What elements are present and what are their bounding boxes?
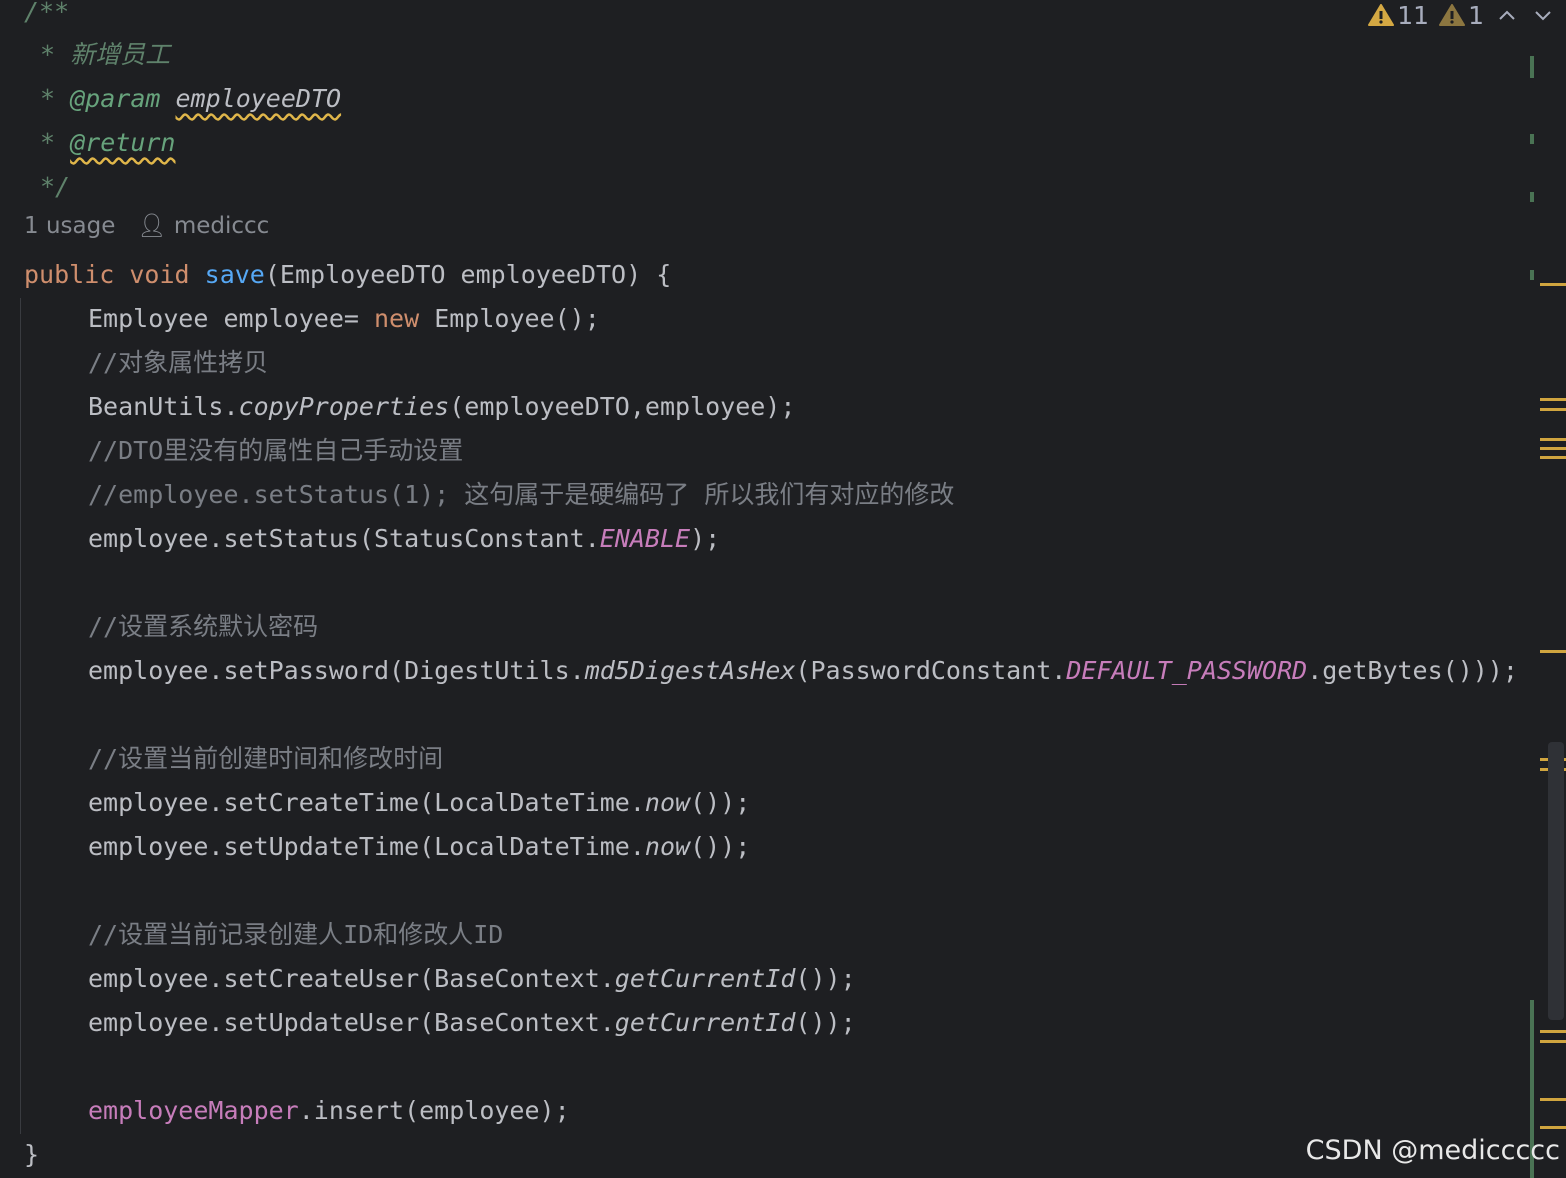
gutter-change-marker[interactable]	[1530, 134, 1534, 144]
code-text: employee.setStatus(StatusConstant.	[88, 524, 600, 553]
comment: //设置系统默认密码	[88, 612, 319, 641]
error-stripe-mark[interactable]	[1540, 1126, 1566, 1129]
comment: //设置当前创建时间和修改时间	[88, 744, 444, 773]
code-line: employee.setUpdateUser(BaseContext.getCu…	[88, 1001, 856, 1045]
code-text: employee.setCreateUser(BaseContext.	[88, 964, 615, 993]
code-text: ());	[690, 832, 751, 861]
weak-warning-icon	[1439, 4, 1466, 26]
method-call: now	[644, 832, 691, 861]
indent-guide	[20, 298, 21, 1134]
vertical-scrollbar[interactable]	[1548, 742, 1564, 1020]
code-text: Employee employee=	[88, 304, 374, 333]
gutter-change-marker[interactable]	[1530, 192, 1534, 202]
code-text: ());	[795, 964, 856, 993]
code-text: employee.setPassword(DigestUtils.	[88, 656, 585, 685]
code-line: employee.setPassword(DigestUtils.md5Dige…	[88, 649, 1518, 693]
inspection-status[interactable]: 11 1	[1368, 0, 1556, 30]
comment: //employee.setStatus(1); 这句属于是硬编码了 所以我们有…	[88, 480, 955, 509]
method-call: md5DigestAsHex	[584, 656, 796, 685]
code-line: employee.setCreateUser(BaseContext.getCu…	[88, 957, 856, 1001]
doc-open: /**	[24, 0, 70, 26]
usages-link[interactable]: 1 usage	[24, 213, 115, 239]
doc-star: *	[40, 40, 56, 69]
gutter-change-marker[interactable]	[1530, 56, 1534, 78]
param-name[interactable]: employeeDTO	[176, 84, 342, 113]
warnings-indicator[interactable]: 11	[1368, 1, 1429, 30]
return-tag[interactable]: @return	[70, 128, 175, 157]
error-stripe-mark[interactable]	[1540, 650, 1566, 653]
params: (EmployeeDTO employeeDTO) {	[264, 260, 672, 289]
method-signature: public void save(EmployeeDTO employeeDTO…	[24, 253, 671, 297]
code-text: employee.setUpdateUser(BaseContext.	[88, 1008, 615, 1037]
code-text: (employeeDTO,employee);	[449, 392, 796, 421]
method-call: copyProperties	[238, 392, 450, 421]
author-icon: 👤︎	[137, 213, 167, 239]
code-text: ());	[795, 1008, 856, 1037]
doc-description: * 新增员工	[40, 33, 170, 77]
keyword-new: new	[373, 304, 420, 333]
doc-return: * @return	[40, 121, 175, 165]
error-stripe-mark[interactable]	[1540, 283, 1566, 286]
code-line: employee.setUpdateTime(LocalDateTime.now…	[88, 825, 750, 869]
code-text: employee.setCreateTime(LocalDateTime.	[88, 788, 645, 817]
method-call: now	[644, 788, 691, 817]
weak-warnings-indicator[interactable]: 1	[1439, 1, 1484, 30]
code-text: (PasswordConstant.	[795, 656, 1067, 685]
field-ref: employeeMapper	[88, 1096, 299, 1125]
code-line: employee.setCreateTime(LocalDateTime.now…	[88, 781, 750, 825]
code-text: BeanUtils.	[88, 392, 239, 421]
code-text: Employee();	[419, 304, 600, 333]
doc-star: *	[40, 84, 56, 113]
warnings-count: 11	[1397, 0, 1430, 30]
doc-desc: 新增员工	[70, 40, 171, 69]
method-call: getCurrentId	[614, 964, 796, 993]
chevron-up-icon[interactable]	[1494, 5, 1520, 25]
comment: //DTO里没有的属性自己手动设置	[88, 436, 464, 465]
code-line: employeeMapper.insert(employee);	[88, 1089, 570, 1133]
keyword-void: void	[129, 260, 190, 289]
error-stripe-mark[interactable]	[1540, 438, 1566, 441]
code-text: employee.setUpdateTime(LocalDateTime.	[88, 832, 645, 861]
error-stripe-mark[interactable]	[1540, 408, 1566, 411]
weak-warnings-count: 1	[1468, 0, 1484, 30]
gutter-change-marker[interactable]	[1530, 270, 1534, 280]
error-stripe-mark[interactable]	[1540, 447, 1566, 450]
comment: //设置当前记录创建人ID和修改人ID	[88, 920, 504, 949]
code-line: Employee employee= new Employee();	[88, 297, 600, 341]
code-line: employee.setStatus(StatusConstant.ENABLE…	[88, 517, 720, 561]
doc-star: *	[40, 128, 56, 157]
chevron-down-icon[interactable]	[1530, 5, 1556, 25]
code-line: BeanUtils.copyProperties(employeeDTO,emp…	[88, 385, 795, 429]
error-stripe-mark[interactable]	[1540, 1098, 1566, 1101]
comment: //对象属性拷贝	[88, 348, 269, 377]
code-text: ());	[690, 788, 751, 817]
inlay-hints: 1 usage 👤︎ mediccc	[24, 212, 269, 239]
code-text: );	[690, 524, 721, 553]
keyword-public: public	[24, 260, 115, 289]
param-tag: @param	[70, 84, 161, 113]
error-stripe-mark[interactable]	[1540, 456, 1566, 459]
doc-param: * @param employeeDTO	[40, 77, 341, 121]
code-text: .getBytes()));	[1307, 656, 1518, 685]
author-link[interactable]: mediccc	[174, 213, 269, 239]
watermark: CSDN @mediccccc	[1305, 1135, 1560, 1166]
error-stripe-mark[interactable]	[1540, 1040, 1566, 1043]
closing-brace: }	[24, 1140, 40, 1169]
error-stripe-mark[interactable]	[1540, 1030, 1566, 1033]
static-field: ENABLE	[599, 524, 691, 553]
error-stripe-mark[interactable]	[1540, 398, 1566, 401]
warning-icon	[1368, 4, 1395, 26]
doc-close: */	[40, 172, 71, 201]
code-text: .insert(employee);	[298, 1096, 570, 1125]
static-field: DEFAULT_PASSWORD	[1066, 656, 1308, 685]
method-name[interactable]: save	[205, 260, 265, 289]
method-call: getCurrentId	[614, 1008, 796, 1037]
